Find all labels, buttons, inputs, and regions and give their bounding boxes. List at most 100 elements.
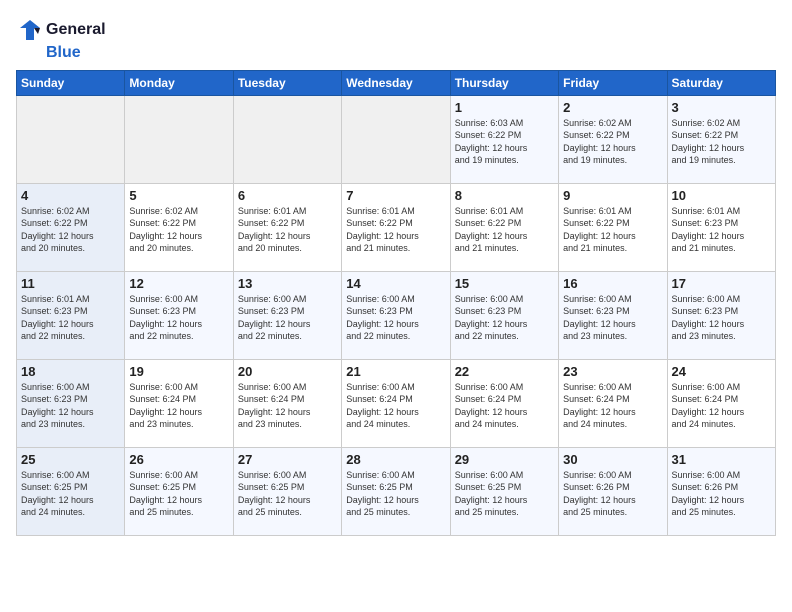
calendar-cell: 30 Sunrise: 6:00 AM Sunset: 6:26 PM Dayli… [559, 447, 667, 535]
day-info: Sunrise: 6:00 AM Sunset: 6:24 PM Dayligh… [238, 381, 337, 431]
day-headers: SundayMondayTuesdayWednesdayThursdayFrid… [17, 70, 776, 95]
day-info: Sunrise: 6:00 AM Sunset: 6:26 PM Dayligh… [563, 469, 662, 519]
day-number: 14 [346, 276, 445, 291]
calendar-cell: 24 Sunrise: 6:00 AM Sunset: 6:24 PM Dayli… [667, 359, 775, 447]
day-number: 15 [455, 276, 554, 291]
day-number: 6 [238, 188, 337, 203]
calendar-week-5: 25 Sunrise: 6:00 AM Sunset: 6:25 PM Dayli… [17, 447, 776, 535]
day-number: 17 [672, 276, 771, 291]
day-info: Sunrise: 6:00 AM Sunset: 6:25 PM Dayligh… [455, 469, 554, 519]
day-number: 21 [346, 364, 445, 379]
day-number: 25 [21, 452, 120, 467]
day-info: Sunrise: 6:00 AM Sunset: 6:23 PM Dayligh… [455, 293, 554, 343]
calendar-cell: 11 Sunrise: 6:01 AM Sunset: 6:23 PM Dayli… [17, 271, 125, 359]
calendar-cell: 3 Sunrise: 6:02 AM Sunset: 6:22 PM Daylig… [667, 95, 775, 183]
day-number: 30 [563, 452, 662, 467]
day-info: Sunrise: 6:01 AM Sunset: 6:22 PM Dayligh… [238, 205, 337, 255]
day-number: 7 [346, 188, 445, 203]
logo: General Blue [16, 16, 106, 62]
day-number: 20 [238, 364, 337, 379]
calendar-week-2: 4Sunrise: 6:02 AM Sunset: 6:22 PM Daylig… [17, 183, 776, 271]
calendar-cell: 26 Sunrise: 6:00 AM Sunset: 6:25 PM Dayli… [125, 447, 233, 535]
calendar-cell: 10 Sunrise: 6:01 AM Sunset: 6:23 PM Dayli… [667, 183, 775, 271]
day-number: 12 [129, 276, 228, 291]
day-number: 1 [455, 100, 554, 115]
calendar-table: SundayMondayTuesdayWednesdayThursdayFrid… [16, 70, 776, 536]
day-header-friday: Friday [559, 70, 667, 95]
day-info: Sunrise: 6:00 AM Sunset: 6:25 PM Dayligh… [21, 469, 120, 519]
day-info: Sunrise: 6:02 AM Sunset: 6:22 PM Dayligh… [21, 205, 120, 255]
calendar-cell: 28 Sunrise: 6:00 AM Sunset: 6:25 PM Dayli… [342, 447, 450, 535]
calendar-cell: 2 Sunrise: 6:02 AM Sunset: 6:22 PM Daylig… [559, 95, 667, 183]
day-number: 19 [129, 364, 228, 379]
calendar-cell: 9Sunrise: 6:01 AM Sunset: 6:22 PM Daylig… [559, 183, 667, 271]
calendar-cell: 15 Sunrise: 6:00 AM Sunset: 6:23 PM Dayli… [450, 271, 558, 359]
day-info: Sunrise: 6:00 AM Sunset: 6:23 PM Dayligh… [238, 293, 337, 343]
calendar-cell: 4Sunrise: 6:02 AM Sunset: 6:22 PM Daylig… [17, 183, 125, 271]
calendar-cell: 17 Sunrise: 6:00 AM Sunset: 6:23 PM Dayli… [667, 271, 775, 359]
logo-bird-icon [16, 16, 44, 44]
calendar-cell [342, 95, 450, 183]
day-info: Sunrise: 6:01 AM Sunset: 6:23 PM Dayligh… [672, 205, 771, 255]
day-info: Sunrise: 6:01 AM Sunset: 6:23 PM Dayligh… [21, 293, 120, 343]
day-info: Sunrise: 6:00 AM Sunset: 6:23 PM Dayligh… [346, 293, 445, 343]
day-info: Sunrise: 6:00 AM Sunset: 6:24 PM Dayligh… [129, 381, 228, 431]
calendar-cell: 14 Sunrise: 6:00 AM Sunset: 6:23 PM Dayli… [342, 271, 450, 359]
calendar-cell [125, 95, 233, 183]
day-number: 2 [563, 100, 662, 115]
calendar-cell: 7Sunrise: 6:01 AM Sunset: 6:22 PM Daylig… [342, 183, 450, 271]
day-header-thursday: Thursday [450, 70, 558, 95]
day-info: Sunrise: 6:00 AM Sunset: 6:25 PM Dayligh… [238, 469, 337, 519]
day-number: 27 [238, 452, 337, 467]
calendar-cell: 13 Sunrise: 6:00 AM Sunset: 6:23 PM Dayli… [233, 271, 341, 359]
logo-text: General Blue [16, 16, 106, 62]
day-info: Sunrise: 6:01 AM Sunset: 6:22 PM Dayligh… [455, 205, 554, 255]
day-number: 11 [21, 276, 120, 291]
day-number: 13 [238, 276, 337, 291]
calendar-cell: 8 Sunrise: 6:01 AM Sunset: 6:22 PM Daylig… [450, 183, 558, 271]
day-number: 31 [672, 452, 771, 467]
calendar-cell [17, 95, 125, 183]
day-info: Sunrise: 6:00 AM Sunset: 6:23 PM Dayligh… [21, 381, 120, 431]
day-header-wednesday: Wednesday [342, 70, 450, 95]
day-header-sunday: Sunday [17, 70, 125, 95]
day-info: Sunrise: 6:02 AM Sunset: 6:22 PM Dayligh… [129, 205, 228, 255]
calendar-week-3: 11 Sunrise: 6:01 AM Sunset: 6:23 PM Dayli… [17, 271, 776, 359]
day-info: Sunrise: 6:00 AM Sunset: 6:23 PM Dayligh… [129, 293, 228, 343]
day-number: 3 [672, 100, 771, 115]
calendar-cell: 1 Sunrise: 6:03 AM Sunset: 6:22 PM Daylig… [450, 95, 558, 183]
calendar-cell [233, 95, 341, 183]
day-info: Sunrise: 6:00 AM Sunset: 6:24 PM Dayligh… [672, 381, 771, 431]
calendar-cell: 12 Sunrise: 6:00 AM Sunset: 6:23 PM Dayli… [125, 271, 233, 359]
page-header: General Blue [16, 16, 776, 62]
calendar-cell: 6 Sunrise: 6:01 AM Sunset: 6:22 PM Daylig… [233, 183, 341, 271]
day-info: Sunrise: 6:02 AM Sunset: 6:22 PM Dayligh… [563, 117, 662, 167]
day-info: Sunrise: 6:03 AM Sunset: 6:22 PM Dayligh… [455, 117, 554, 167]
day-number: 28 [346, 452, 445, 467]
calendar-cell: 16Sunrise: 6:00 AM Sunset: 6:23 PM Dayli… [559, 271, 667, 359]
day-number: 24 [672, 364, 771, 379]
day-number: 9 [563, 188, 662, 203]
calendar-week-4: 18Sunrise: 6:00 AM Sunset: 6:23 PM Dayli… [17, 359, 776, 447]
day-number: 26 [129, 452, 228, 467]
day-number: 23 [563, 364, 662, 379]
day-header-tuesday: Tuesday [233, 70, 341, 95]
calendar-cell: 5Sunrise: 6:02 AM Sunset: 6:22 PM Daylig… [125, 183, 233, 271]
calendar-cell: 23 Sunrise: 6:00 AM Sunset: 6:24 PM Dayli… [559, 359, 667, 447]
calendar-cell: 22Sunrise: 6:00 AM Sunset: 6:24 PM Dayli… [450, 359, 558, 447]
day-info: Sunrise: 6:00 AM Sunset: 6:23 PM Dayligh… [563, 293, 662, 343]
day-info: Sunrise: 6:00 AM Sunset: 6:26 PM Dayligh… [672, 469, 771, 519]
calendar-cell: 20 Sunrise: 6:00 AM Sunset: 6:24 PM Dayli… [233, 359, 341, 447]
day-info: Sunrise: 6:00 AM Sunset: 6:24 PM Dayligh… [346, 381, 445, 431]
day-info: Sunrise: 6:00 AM Sunset: 6:25 PM Dayligh… [129, 469, 228, 519]
day-info: Sunrise: 6:02 AM Sunset: 6:22 PM Dayligh… [672, 117, 771, 167]
day-info: Sunrise: 6:00 AM Sunset: 6:25 PM Dayligh… [346, 469, 445, 519]
day-number: 8 [455, 188, 554, 203]
day-info: Sunrise: 6:00 AM Sunset: 6:24 PM Dayligh… [563, 381, 662, 431]
calendar-cell: 27 Sunrise: 6:00 AM Sunset: 6:25 PM Dayli… [233, 447, 341, 535]
day-info: Sunrise: 6:00 AM Sunset: 6:24 PM Dayligh… [455, 381, 554, 431]
logo-blue: Blue [46, 44, 106, 62]
day-number: 10 [672, 188, 771, 203]
day-number: 29 [455, 452, 554, 467]
day-info: Sunrise: 6:00 AM Sunset: 6:23 PM Dayligh… [672, 293, 771, 343]
